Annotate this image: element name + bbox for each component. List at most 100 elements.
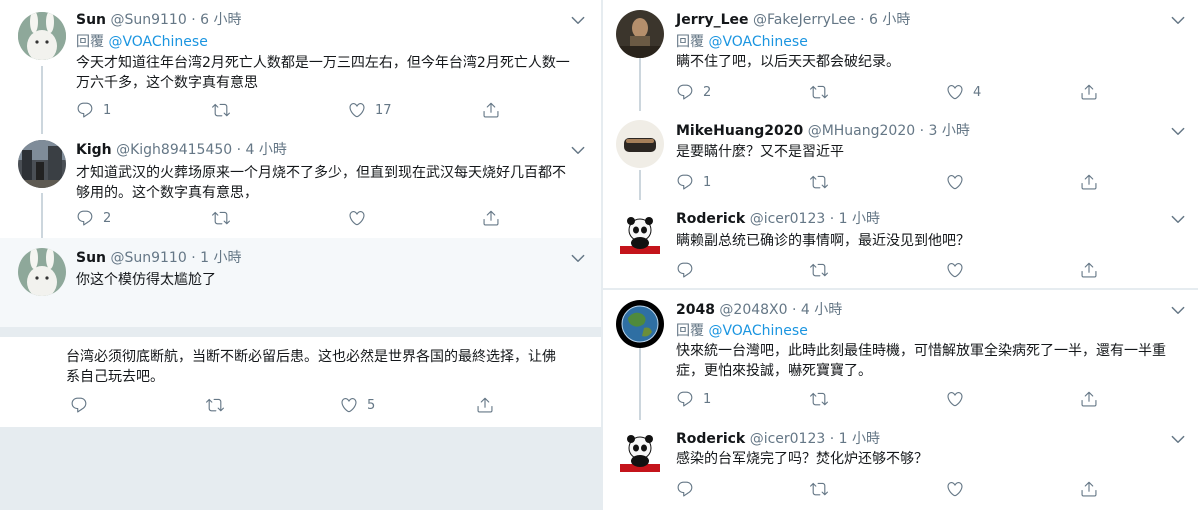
- like-button[interactable]: 17: [348, 100, 392, 120]
- chevron-down-icon[interactable]: [1169, 11, 1187, 29]
- retweet-button[interactable]: [810, 260, 828, 280]
- like-count: 4: [973, 84, 982, 100]
- share-button[interactable]: [1080, 479, 1098, 499]
- tweet[interactable]: Jerry_Lee @FakeJerryLee · 6 小時 回覆 @VOACh…: [603, 0, 1198, 112]
- reply-button[interactable]: 1: [676, 172, 711, 192]
- share-button[interactable]: [1080, 389, 1098, 409]
- retweet-button[interactable]: [810, 82, 828, 102]
- chevron-down-icon[interactable]: [1169, 301, 1187, 319]
- author-name[interactable]: MikeHuang2020: [676, 123, 803, 139]
- avatar[interactable]: [18, 12, 66, 60]
- retweet-button[interactable]: [206, 395, 224, 415]
- like-button[interactable]: [348, 208, 366, 228]
- timestamp[interactable]: 1 小時: [839, 211, 880, 227]
- reply-button[interactable]: 2: [76, 208, 111, 228]
- object-avatar-image: [616, 120, 664, 168]
- tweet[interactable]: MikeHuang2020 @MHuang2020 · 3 小時 是要瞞什麼？又…: [603, 112, 1198, 200]
- tweet[interactable]: Kigh @Kigh89415450 · 4 小時 才知道武汉的火葬场原来一个月…: [0, 128, 601, 238]
- author-handle[interactable]: @MHuang2020: [808, 123, 915, 139]
- tweet[interactable]: Roderick @icer0123 · 1 小時 瞒赖副总统已确诊的事情啊，最…: [603, 200, 1198, 288]
- chevron-down-icon[interactable]: [569, 141, 587, 159]
- author-name[interactable]: 2048: [676, 302, 715, 318]
- chevron-down-icon[interactable]: [569, 249, 587, 267]
- left-conversation-panel: Sun @Sun9110 · 6 小時 回覆 @VOAChinese 今天才知道…: [0, 0, 601, 427]
- reply-button[interactable]: [70, 395, 88, 415]
- author-name[interactable]: Roderick: [676, 211, 745, 227]
- author-name[interactable]: Roderick: [676, 431, 745, 447]
- retweet-button[interactable]: [212, 100, 230, 120]
- timestamp[interactable]: 6 小時: [200, 12, 241, 28]
- reply-icon: [76, 209, 94, 227]
- share-icon: [1080, 480, 1098, 498]
- reply-to-link[interactable]: @VOAChinese: [708, 34, 807, 50]
- avatar[interactable]: [18, 248, 66, 296]
- reply-to-link[interactable]: @VOAChinese: [708, 323, 807, 339]
- retweet-button[interactable]: [810, 479, 828, 499]
- reply-button[interactable]: [676, 479, 694, 499]
- like-button[interactable]: 4: [946, 82, 981, 102]
- tweet[interactable]: Sun @Sun9110 · 6 小時 回覆 @VOAChinese 今天才知道…: [0, 0, 601, 128]
- tweet-highlighted[interactable]: Sun @Sun9110 · 1 小時 你这个模仿得太尴尬了: [0, 238, 601, 327]
- tweet[interactable]: 台湾必须彻底断航，当断不断必留后患。这也必然是世界各国的最終选择，让佛系自己玩去…: [0, 337, 601, 427]
- tweet[interactable]: 2048 @2048X0 · 4 小時 回覆 @VOAChinese 快來統一台…: [603, 290, 1198, 420]
- like-button[interactable]: 5: [340, 395, 375, 415]
- share-button[interactable]: [482, 208, 500, 228]
- reply-to-link[interactable]: @VOAChinese: [108, 34, 207, 50]
- chevron-down-icon[interactable]: [569, 11, 587, 29]
- author-handle[interactable]: @icer0123: [750, 211, 826, 227]
- retweet-button[interactable]: [810, 389, 828, 409]
- timestamp[interactable]: 6 小時: [869, 12, 910, 28]
- rabbit-avatar-image: [18, 12, 66, 60]
- author-handle[interactable]: @Sun9110: [110, 12, 186, 28]
- timestamp[interactable]: 1 小時: [200, 250, 241, 266]
- avatar[interactable]: [616, 428, 664, 476]
- like-count: 5: [367, 397, 376, 413]
- reply-button[interactable]: 1: [76, 100, 111, 120]
- like-button[interactable]: [946, 260, 964, 280]
- like-button[interactable]: [946, 479, 964, 499]
- tweet[interactable]: Roderick @icer0123 · 1 小時 感染的台军烧完了吗？焚化炉还…: [603, 420, 1198, 510]
- timestamp[interactable]: 4 小時: [246, 142, 287, 158]
- reply-button[interactable]: 1: [676, 389, 711, 409]
- retweet-button[interactable]: [212, 208, 230, 228]
- reply-count: 1: [103, 102, 112, 118]
- author-handle[interactable]: @Kigh89415450: [116, 142, 232, 158]
- reply-button[interactable]: 2: [676, 82, 711, 102]
- author-handle[interactable]: @2048X0: [719, 302, 787, 318]
- share-button[interactable]: [482, 100, 500, 120]
- share-button[interactable]: [1080, 172, 1098, 192]
- chevron-down-icon[interactable]: [1169, 122, 1187, 140]
- author-handle[interactable]: @icer0123: [750, 431, 826, 447]
- like-button[interactable]: [946, 172, 964, 192]
- retweet-icon: [206, 396, 224, 414]
- retweet-icon: [212, 209, 230, 227]
- author-name[interactable]: Sun: [76, 250, 106, 266]
- like-icon: [946, 173, 964, 191]
- retweet-icon: [810, 83, 828, 101]
- like-button[interactable]: [946, 389, 964, 409]
- reply-button[interactable]: [676, 260, 694, 280]
- share-button[interactable]: [1080, 260, 1098, 280]
- chevron-down-icon[interactable]: [1169, 430, 1187, 448]
- author-name[interactable]: Kigh: [76, 142, 112, 158]
- timestamp[interactable]: 3 小時: [929, 123, 970, 139]
- avatar[interactable]: [616, 10, 664, 58]
- reply-count: 2: [703, 84, 712, 100]
- chevron-down-icon[interactable]: [1169, 210, 1187, 228]
- avatar[interactable]: [616, 210, 664, 258]
- author-name[interactable]: Sun: [76, 12, 106, 28]
- timestamp[interactable]: 4 小時: [801, 302, 842, 318]
- reply-count: 1: [703, 174, 712, 190]
- author-handle[interactable]: @Sun9110: [110, 250, 186, 266]
- retweet-button[interactable]: [810, 172, 828, 192]
- avatar[interactable]: [616, 120, 664, 168]
- avatar[interactable]: [18, 140, 66, 188]
- share-button[interactable]: [476, 395, 494, 415]
- author-handle[interactable]: @FakeJerryLee: [753, 12, 856, 28]
- avatar[interactable]: [616, 300, 664, 348]
- timestamp[interactable]: 1 小時: [839, 431, 880, 447]
- separator-dot: ·: [191, 12, 196, 28]
- tweet-text: 瞒赖副总统已确诊的事情啊，最近没见到他吧？: [676, 233, 970, 249]
- author-name[interactable]: Jerry_Lee: [676, 12, 749, 28]
- share-button[interactable]: [1080, 82, 1098, 102]
